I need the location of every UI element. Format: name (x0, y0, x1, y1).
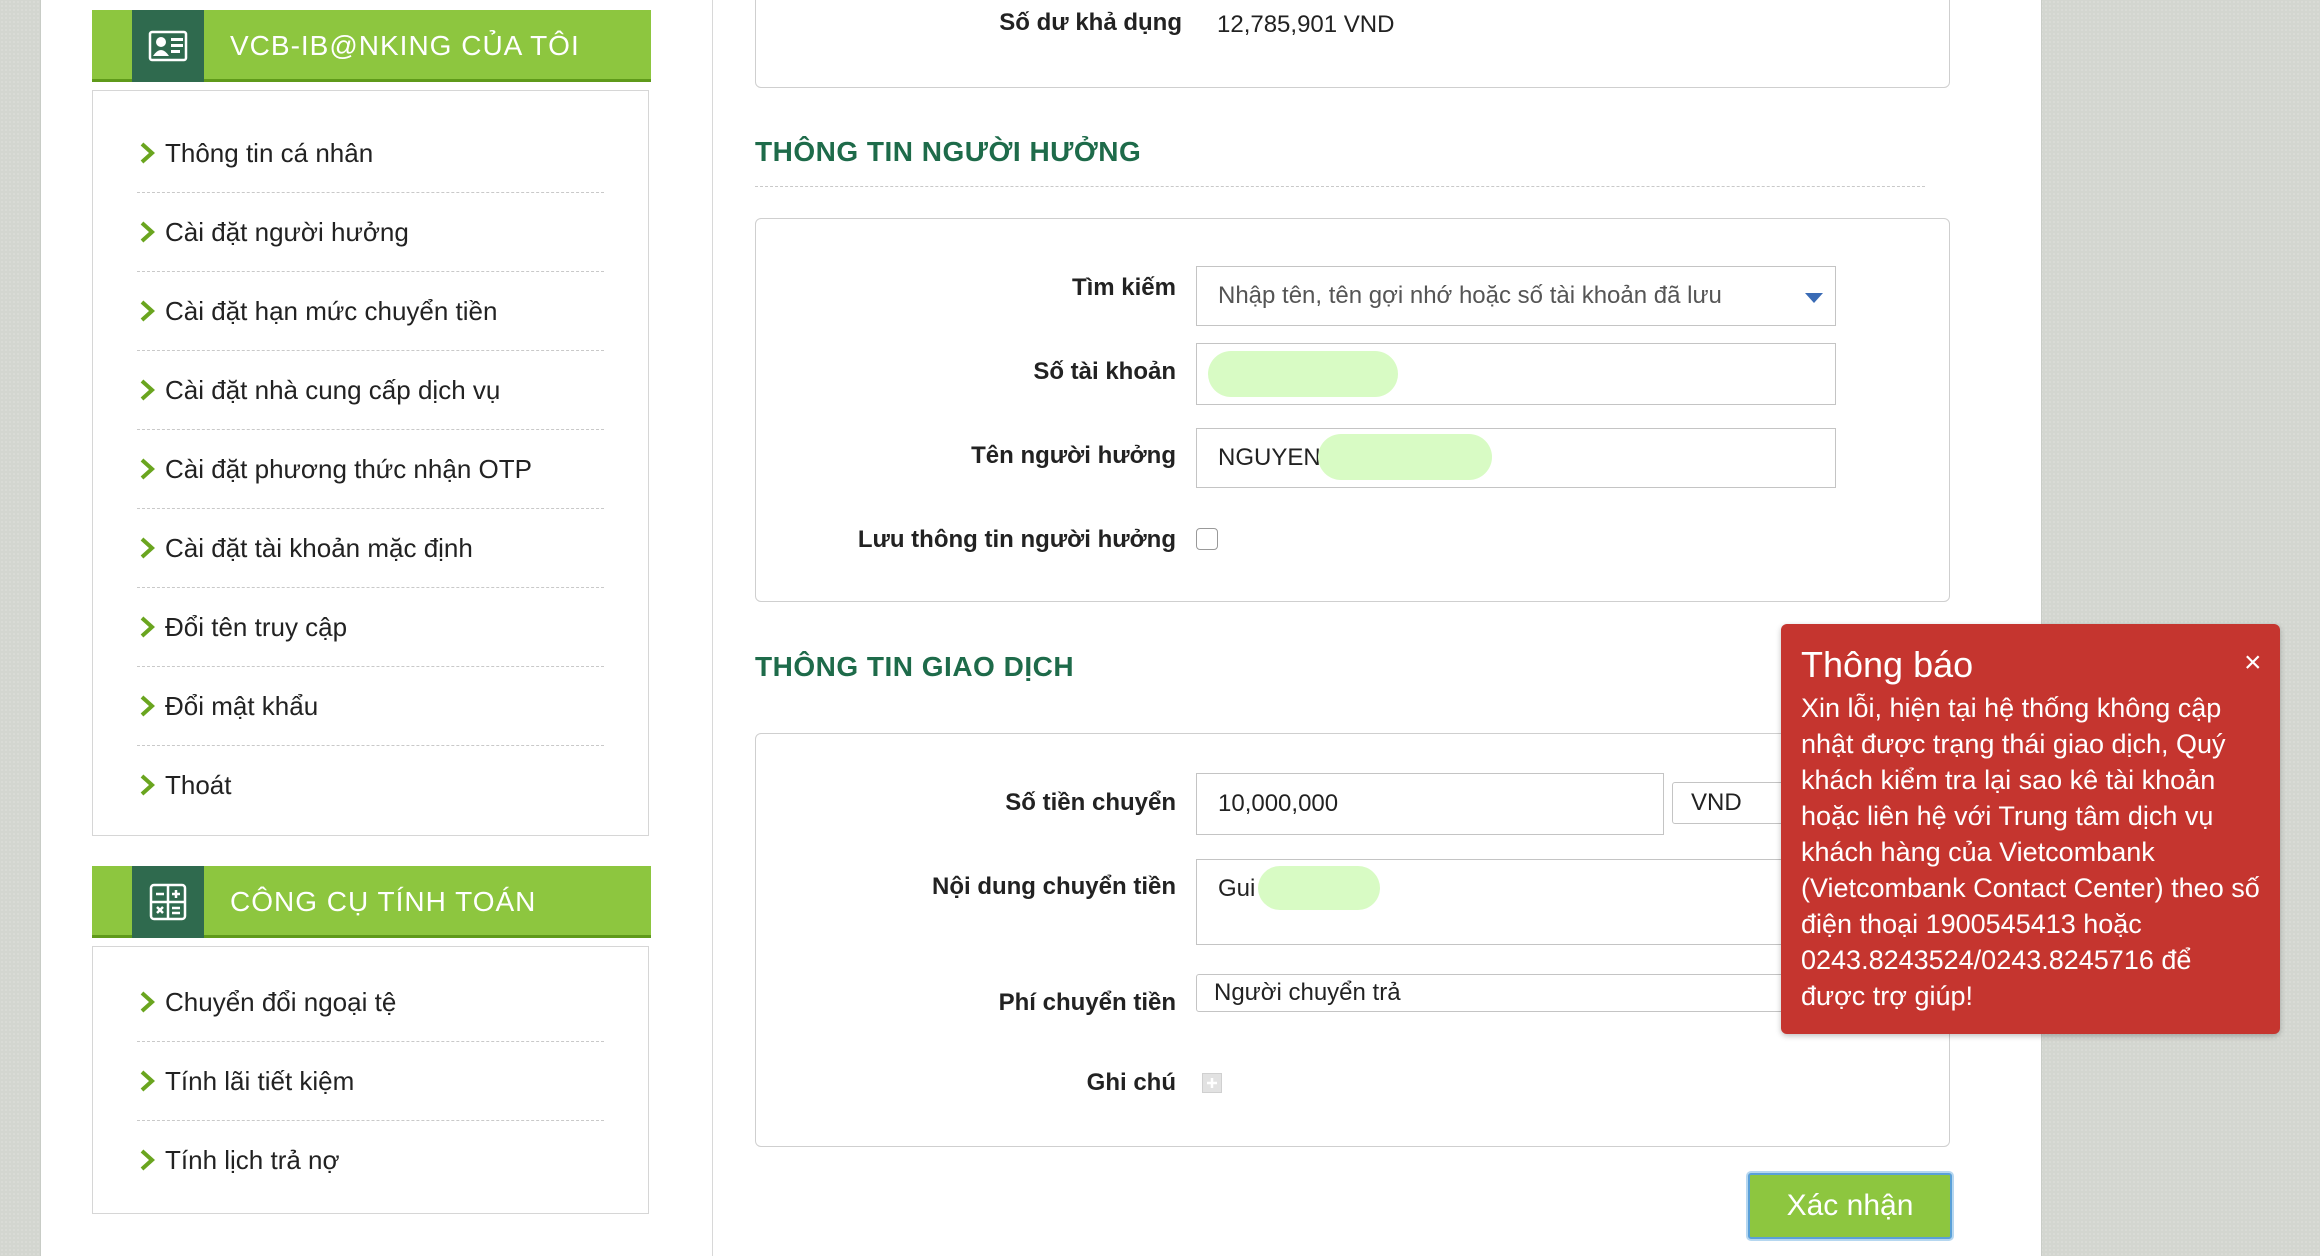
plus-icon (1207, 1078, 1217, 1088)
column-divider (712, 0, 713, 1256)
sidebar-item-label: Cài đặt hạn mức chuyển tiền (165, 296, 498, 326)
sidebar-item-label: Đổi tên truy cập (165, 612, 348, 642)
account-menu-header: VCB-IB@NKING CỦA TÔI (92, 10, 651, 82)
sidebar-item-default-account[interactable]: Cài đặt tài khoản mặc định (137, 509, 604, 588)
sidebar-item-label: Chuyển đổi ngoại tệ (165, 987, 397, 1017)
confirm-button[interactable]: Xác nhận (1748, 1173, 1952, 1239)
sidebar-item-currency-converter[interactable]: Chuyển đổi ngoại tệ (137, 963, 604, 1042)
tools-menu: CÔNG CỤ TÍNH TOÁN Chuyển đổi ngoại tệ Tí… (92, 866, 651, 1214)
sidebar-item-loan-schedule[interactable]: Tính lịch trả nợ (137, 1121, 604, 1199)
sidebar-item-logout[interactable]: Thoát (137, 746, 604, 824)
chevron-right-icon (140, 379, 155, 401)
chevron-right-icon (140, 300, 155, 322)
currency-value: VND (1691, 789, 1742, 816)
beneficiary-name-input[interactable]: NGUYEN (1196, 428, 1836, 488)
fee-value: Người chuyển trả (1214, 979, 1401, 1006)
chevron-right-icon (140, 1070, 155, 1092)
sidebar-item-label: Cài đặt người hưởng (165, 217, 409, 247)
save-beneficiary-checkbox[interactable] (1196, 528, 1218, 550)
transaction-section-title: THÔNG TIN GIAO DỊCH (755, 651, 1075, 682)
beneficiary-search-select[interactable]: Nhập tên, tên gợi nhớ hoặc số tài khoản … (1196, 266, 1836, 326)
sidebar-item-label: Cài đặt phương thức nhận OTP (165, 454, 532, 484)
redacted-beneficiary-name (1318, 434, 1492, 480)
notification-title: Thông báo (1801, 644, 1974, 685)
sidebar-item-change-username[interactable]: Đổi tên truy cập (137, 588, 604, 667)
sidebar-item-savings-interest[interactable]: Tính lãi tiết kiệm (137, 1042, 604, 1121)
balance-value: 12,785,901 VND (1217, 11, 1395, 38)
note-label: Ghi chú (1086, 1069, 1176, 1096)
amount-label: Số tiền chuyển (1005, 789, 1176, 816)
redacted-transfer-content (1258, 866, 1380, 910)
redacted-account-number (1208, 351, 1398, 397)
amount-value: 10,000,000 (1218, 790, 1339, 817)
sidebar-item-transfer-limit[interactable]: Cài đặt hạn mức chuyển tiền (137, 272, 604, 351)
sidebar-item-change-password[interactable]: Đổi mật khẩu (137, 667, 604, 746)
chevron-right-icon (140, 458, 155, 480)
expand-note-button[interactable] (1202, 1073, 1222, 1093)
account-menu: VCB-IB@NKING CỦA TÔI Thông tin cá nhân C… (92, 10, 651, 836)
beneficiary-name-value: NGUYEN (1218, 444, 1321, 471)
chevron-right-icon (140, 774, 155, 796)
sidebar-item-personal-info[interactable]: Thông tin cá nhân (137, 114, 604, 193)
fee-select[interactable]: Người chuyển trả (1196, 974, 1816, 1012)
user-card-icon (132, 10, 204, 82)
chevron-right-icon (140, 991, 155, 1013)
calculator-icon (132, 866, 204, 938)
notification-message: Xin lỗi, hiện tại hệ thống không cập nhậ… (1801, 693, 2260, 1011)
transfer-content-value: Gui (1218, 875, 1256, 902)
close-icon[interactable]: × (2244, 648, 2262, 678)
tools-menu-header: CÔNG CỤ TÍNH TOÁN (92, 866, 651, 938)
chevron-right-icon (140, 537, 155, 559)
save-beneficiary-label: Lưu thông tin người hưởng (857, 526, 1176, 553)
search-placeholder: Nhập tên, tên gợi nhớ hoặc số tài khoản … (1218, 282, 1722, 309)
tools-menu-title: CÔNG CỤ TÍNH TOÁN (230, 886, 537, 917)
sidebar-item-beneficiary-settings[interactable]: Cài đặt người hưởng (137, 193, 604, 272)
balance-card: Số dư khả dụng 12,785,901 VND (755, 0, 1950, 88)
tools-menu-list: Chuyển đổi ngoại tệ Tính lãi tiết kiệm T… (92, 946, 649, 1214)
section-divider (755, 186, 1925, 187)
sidebar-item-label: Tính lịch trả nợ (165, 1145, 340, 1175)
beneficiary-name-label: Tên người hưởng (971, 442, 1176, 469)
sidebar-item-label: Đổi mật khẩu (165, 691, 319, 721)
chevron-right-icon (140, 142, 155, 164)
sidebar-item-label: Cài đặt nhà cung cấp dịch vụ (165, 375, 501, 405)
chevron-right-icon (140, 1149, 155, 1171)
transfer-content-label: Nội dung chuyển tiền (932, 873, 1176, 900)
account-menu-title: VCB-IB@NKING CỦA TÔI (230, 30, 580, 61)
search-label: Tìm kiếm (1071, 274, 1176, 301)
chevron-right-icon (140, 695, 155, 717)
sidebar-item-label: Cài đặt tài khoản mặc định (165, 533, 473, 563)
fee-label: Phí chuyển tiền (998, 989, 1176, 1016)
dropdown-arrow-icon (1805, 293, 1823, 303)
amount-input[interactable]: 10,000,000 (1196, 773, 1664, 835)
account-menu-list: Thông tin cá nhân Cài đặt người hưởng Cà… (92, 90, 649, 836)
error-notification: Thông báo × Xin lỗi, hiện tại hệ thống k… (1781, 624, 2280, 1034)
chevron-right-icon (140, 221, 155, 243)
sidebar-item-label: Tính lãi tiết kiệm (165, 1066, 355, 1096)
sidebar-item-otp-method[interactable]: Cài đặt phương thức nhận OTP (137, 430, 604, 509)
beneficiary-section-title: THÔNG TIN NGƯỜI HƯỞNG (755, 136, 1142, 167)
sidebar-item-service-provider[interactable]: Cài đặt nhà cung cấp dịch vụ (137, 351, 604, 430)
sidebar-item-label: Thoát (165, 770, 232, 800)
balance-label: Số dư khả dụng (999, 9, 1182, 36)
account-number-label: Số tài khoản (1033, 358, 1176, 385)
sidebar-item-label: Thông tin cá nhân (165, 138, 374, 168)
chevron-right-icon (140, 616, 155, 638)
